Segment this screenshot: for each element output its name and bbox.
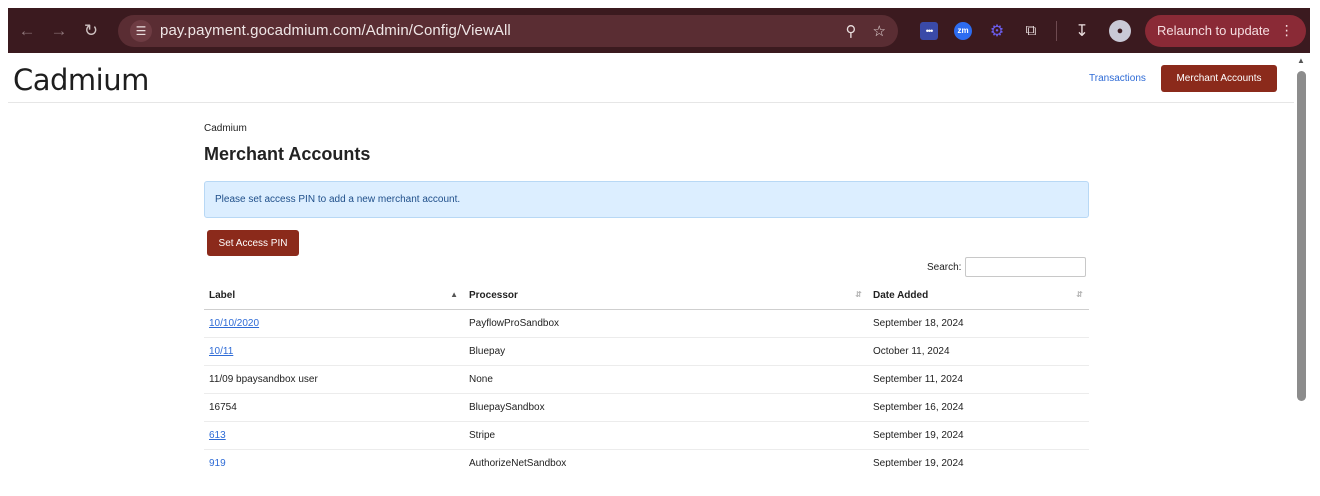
site-logo[interactable]: Cadmium [13,63,149,97]
nav-merchant-accounts-button[interactable]: Merchant Accounts [1161,65,1277,92]
cell-date-added: September 16, 2024 [868,393,1089,422]
table-search: Search: [927,257,1087,277]
cell-label: 11/09 bpaysandbox user [204,365,464,394]
account-label-text: 11/09 bpaysandbox user [209,373,318,385]
relaunch-button[interactable]: Relaunch to update ⋮ [1145,14,1306,47]
cell-date-added: September 18, 2024 [868,309,1089,338]
profile-avatar-icon[interactable]: ● [1109,19,1131,42]
relaunch-label: Relaunch to update [1157,23,1270,38]
account-label-link[interactable]: 613 [209,430,226,441]
url-text[interactable]: pay.payment.gocadmium.com/Admin/Config/V… [160,22,830,39]
extension-dots-icon[interactable]: ••• [920,21,938,40]
browser-toolbar: ← → ↻ ☰ pay.payment.gocadmium.com/Admin/… [8,8,1310,53]
column-header-label[interactable]: Label ▲ [204,282,464,310]
cell-processor: Stripe [464,421,868,450]
cell-label: 16754 [204,393,464,422]
search-input[interactable] [965,257,1087,277]
column-header-date-added[interactable]: Date Added ⇵ [868,282,1089,310]
cell-date-added: October 11, 2024 [868,337,1089,366]
account-label-link[interactable]: 10/10/2020 [209,318,259,329]
site-header: Cadmium Transactions Merchant Accounts [8,53,1294,103]
cell-label: 919 [204,449,464,467]
site-settings-icon[interactable]: ☰ [130,19,152,42]
cell-label: 10/11 [204,337,464,366]
table-header-row: Label ▲ Processor ⇵ Date Added ⇵ [204,282,1089,310]
column-header-processor[interactable]: Processor ⇵ [464,282,868,310]
scroll-up-arrow-icon[interactable]: ▲ [1297,56,1305,65]
scrollbar-thumb[interactable] [1297,71,1306,401]
reload-icon[interactable]: ↻ [78,18,104,44]
table-row: 16754 BluepaySandbox September 16, 2024 [204,393,1089,422]
cell-date-added: September 19, 2024 [868,421,1089,450]
cell-processor: PayflowProSandbox [464,309,868,338]
toolbar-divider [1056,20,1057,41]
table-row: 10/10/2020 PayflowProSandbox September 18,… [204,309,1089,338]
extension-cog-icon[interactable]: ⚙ [988,22,1006,40]
address-bar[interactable]: ☰ pay.payment.gocadmium.com/Admin/Config… [118,14,898,47]
table-row: 11/09 bpaysandbox user None September 11, … [204,365,1089,394]
kebab-menu-icon[interactable]: ⋮ [1280,22,1294,39]
cell-date-added: September 19, 2024 [868,449,1089,467]
sort-both-icon: ⇵ [1076,290,1083,299]
cell-processor: Bluepay [464,337,868,366]
extensions-puzzle-icon[interactable]: ⧉ [1022,22,1040,40]
nav-transactions-link[interactable]: Transactions [1089,73,1146,84]
table-row: 10/11 Bluepay October 11, 2024 [204,337,1089,366]
search-label: Search: [927,261,962,273]
info-alert-text: Please set access PIN to add a new merch… [215,194,461,205]
download-icon[interactable]: ↧ [1073,22,1091,40]
extension-zoom-icon[interactable]: zm [954,21,972,40]
zoom-icon[interactable]: ⚲ [846,22,857,40]
cell-processor: BluepaySandbox [464,393,868,422]
cell-date-added: September 11, 2024 [868,365,1089,394]
cell-processor: None [464,365,868,394]
bookmark-star-icon[interactable]: ☆ [873,22,886,40]
back-arrow-icon[interactable]: ← [14,18,40,44]
extensions-area: ••• zm ⚙ ⧉ ↧ ● Relaunch to update ⋮ [912,14,1306,47]
account-label-text: 16754 [209,401,237,413]
breadcrumb[interactable]: Cadmium [204,123,247,134]
page-scrollbar[interactable]: ▲ [1294,53,1310,467]
info-alert: Please set access PIN to add a new merch… [204,181,1089,218]
account-label-link[interactable]: 10/11 [209,346,233,357]
set-access-pin-button[interactable]: Set Access PIN [207,230,299,256]
cell-label: 613 [204,421,464,450]
table-row: 613 Stripe September 19, 2024 [204,421,1089,450]
table-body: 10/10/2020 PayflowProSandbox September 18,… [204,309,1089,467]
page-title: Merchant Accounts [204,144,371,164]
table-row: 919 AuthorizeNetSandbox September 19, 2024 [204,449,1089,467]
forward-arrow-icon[interactable]: → [46,18,72,44]
page-content: Cadmium Transactions Merchant Accounts C… [8,53,1294,467]
cell-label: 10/10/2020 [204,309,464,338]
merchant-accounts-table: Label ▲ Processor ⇵ Date Added ⇵ 10/10/2… [204,282,1089,467]
cell-processor: AuthorizeNetSandbox [464,449,868,467]
sort-ascending-icon: ▲ [450,290,458,299]
sort-both-icon: ⇵ [855,290,862,299]
account-label-link[interactable]: 919 [209,458,226,468]
